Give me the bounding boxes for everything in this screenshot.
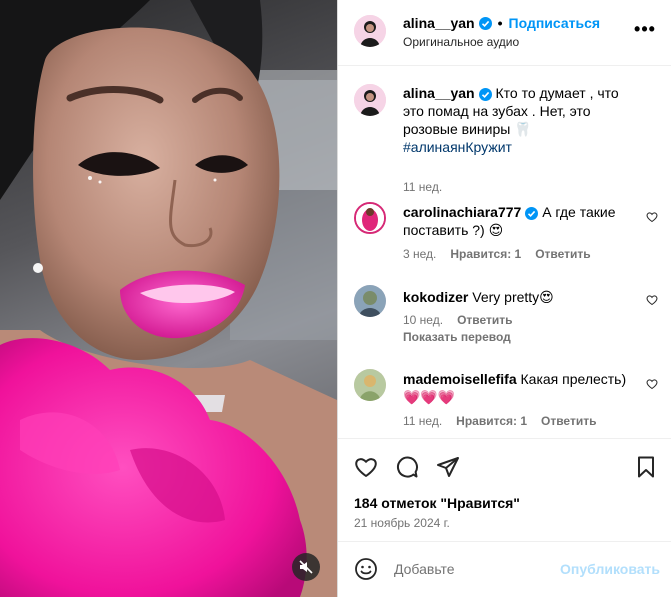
comment-item: mademoisellefifa Какая прелесть)💗💗💗 11 н…	[338, 367, 671, 437]
caption-text: alina__yan Кто то думает , что это помад…	[403, 84, 635, 156]
comment-likes[interactable]: Нравится: 1	[450, 247, 521, 261]
reply-button[interactable]: Ответить	[457, 313, 512, 327]
comment-item: kokodizer Very pretty😍 10 нед. Ответить …	[338, 285, 671, 355]
comment-time[interactable]: 3 нед.	[403, 247, 436, 261]
comment-time[interactable]: 10 нед.	[403, 313, 443, 327]
comment-text: mademoisellefifa Какая прелесть)💗💗💗	[403, 370, 635, 406]
comment-username[interactable]: kokodizer	[403, 289, 468, 305]
post-video[interactable]	[0, 0, 337, 597]
caption-meta: 11 нед.	[403, 180, 442, 194]
avatar-image	[354, 15, 386, 47]
bookmark-icon[interactable]	[634, 455, 658, 479]
likes-count[interactable]: 184 отметок "Нравится"	[354, 495, 520, 511]
caption-time[interactable]: 11 нед.	[403, 180, 442, 194]
heart-icon[interactable]	[646, 211, 658, 223]
comment-likes[interactable]: Нравится: 1	[456, 414, 527, 428]
post-comment-button[interactable]: Опубликовать	[556, 561, 660, 577]
heart-icon[interactable]	[646, 294, 658, 306]
comment-body: Very pretty😍	[472, 289, 554, 305]
comment-username[interactable]: carolinachiara777	[403, 204, 521, 220]
comment-icon[interactable]	[395, 455, 419, 479]
comment-avatar[interactable]	[354, 369, 386, 401]
author-avatar[interactable]	[354, 15, 386, 47]
caption-avatar[interactable]	[354, 84, 386, 116]
verified-badge-icon	[525, 206, 539, 220]
comment-meta: 3 нед. Нравится: 1 Ответить	[403, 247, 591, 261]
more-options-button[interactable]: •••	[634, 19, 656, 42]
show-translation-button[interactable]: Показать перевод	[403, 330, 511, 344]
speaker-muted-icon	[299, 560, 313, 574]
comment-text: carolinachiara777 А где такие поставить …	[403, 203, 635, 239]
comment-meta: 11 нед. Нравится: 1 Ответить	[403, 414, 596, 428]
reply-button[interactable]: Ответить	[535, 247, 590, 261]
instagram-post-modal: alina__yan • Подписаться Оригинальное ау…	[0, 0, 671, 597]
heart-icon[interactable]	[646, 378, 658, 390]
comment-input[interactable]	[394, 557, 544, 581]
comment-avatar[interactable]	[354, 202, 386, 234]
hashtag-link[interactable]: #алинаянКружит	[403, 139, 512, 155]
avatar-image	[354, 84, 386, 116]
audio-label[interactable]: Оригинальное аудио	[403, 35, 519, 49]
mute-button[interactable]	[292, 553, 320, 581]
comment-meta: 10 нед. Ответить	[403, 313, 513, 327]
comment-username[interactable]: mademoisellefifa	[403, 371, 517, 387]
post-details-panel: alina__yan • Подписаться Оригинальное ау…	[337, 0, 671, 597]
comment-time[interactable]: 11 нед.	[403, 414, 442, 428]
comment-item: carolinachiara777 А где такие поставить …	[338, 200, 671, 270]
comment-avatar[interactable]	[354, 285, 386, 317]
avatar-image	[354, 369, 386, 401]
caption-username[interactable]: alina__yan	[403, 85, 475, 101]
heart-icon[interactable]	[354, 455, 378, 479]
reply-button[interactable]: Ответить	[541, 414, 596, 428]
video-frame-illustration	[0, 0, 337, 597]
avatar-image	[354, 285, 386, 317]
separator-dot: •	[497, 15, 503, 31]
author-username[interactable]: alina__yan	[403, 15, 475, 31]
comments-list[interactable]: alina__yan Кто то думает , что это помад…	[338, 67, 671, 447]
post-header: alina__yan • Подписаться Оригинальное ау…	[338, 0, 671, 66]
post-actions: 184 отметок "Нравится" 21 ноябрь 2024 г.	[338, 438, 671, 530]
more-horizontal-icon: •••	[634, 19, 656, 39]
caption-row: alina__yan Кто то думает , что это помад…	[338, 84, 671, 194]
follow-button[interactable]: Подписаться	[509, 15, 601, 31]
post-date[interactable]: 21 ноябрь 2024 г.	[354, 516, 450, 530]
verified-badge-icon	[478, 87, 492, 101]
verified-badge-icon	[478, 16, 492, 30]
paper-plane-icon[interactable]	[436, 455, 460, 479]
smiley-icon[interactable]	[354, 557, 378, 581]
avatar-image	[356, 204, 384, 232]
comment-composer: Опубликовать	[338, 541, 671, 597]
comment-text: kokodizer Very pretty😍	[403, 288, 635, 306]
header-user-line: alina__yan • Подписаться	[403, 15, 600, 31]
